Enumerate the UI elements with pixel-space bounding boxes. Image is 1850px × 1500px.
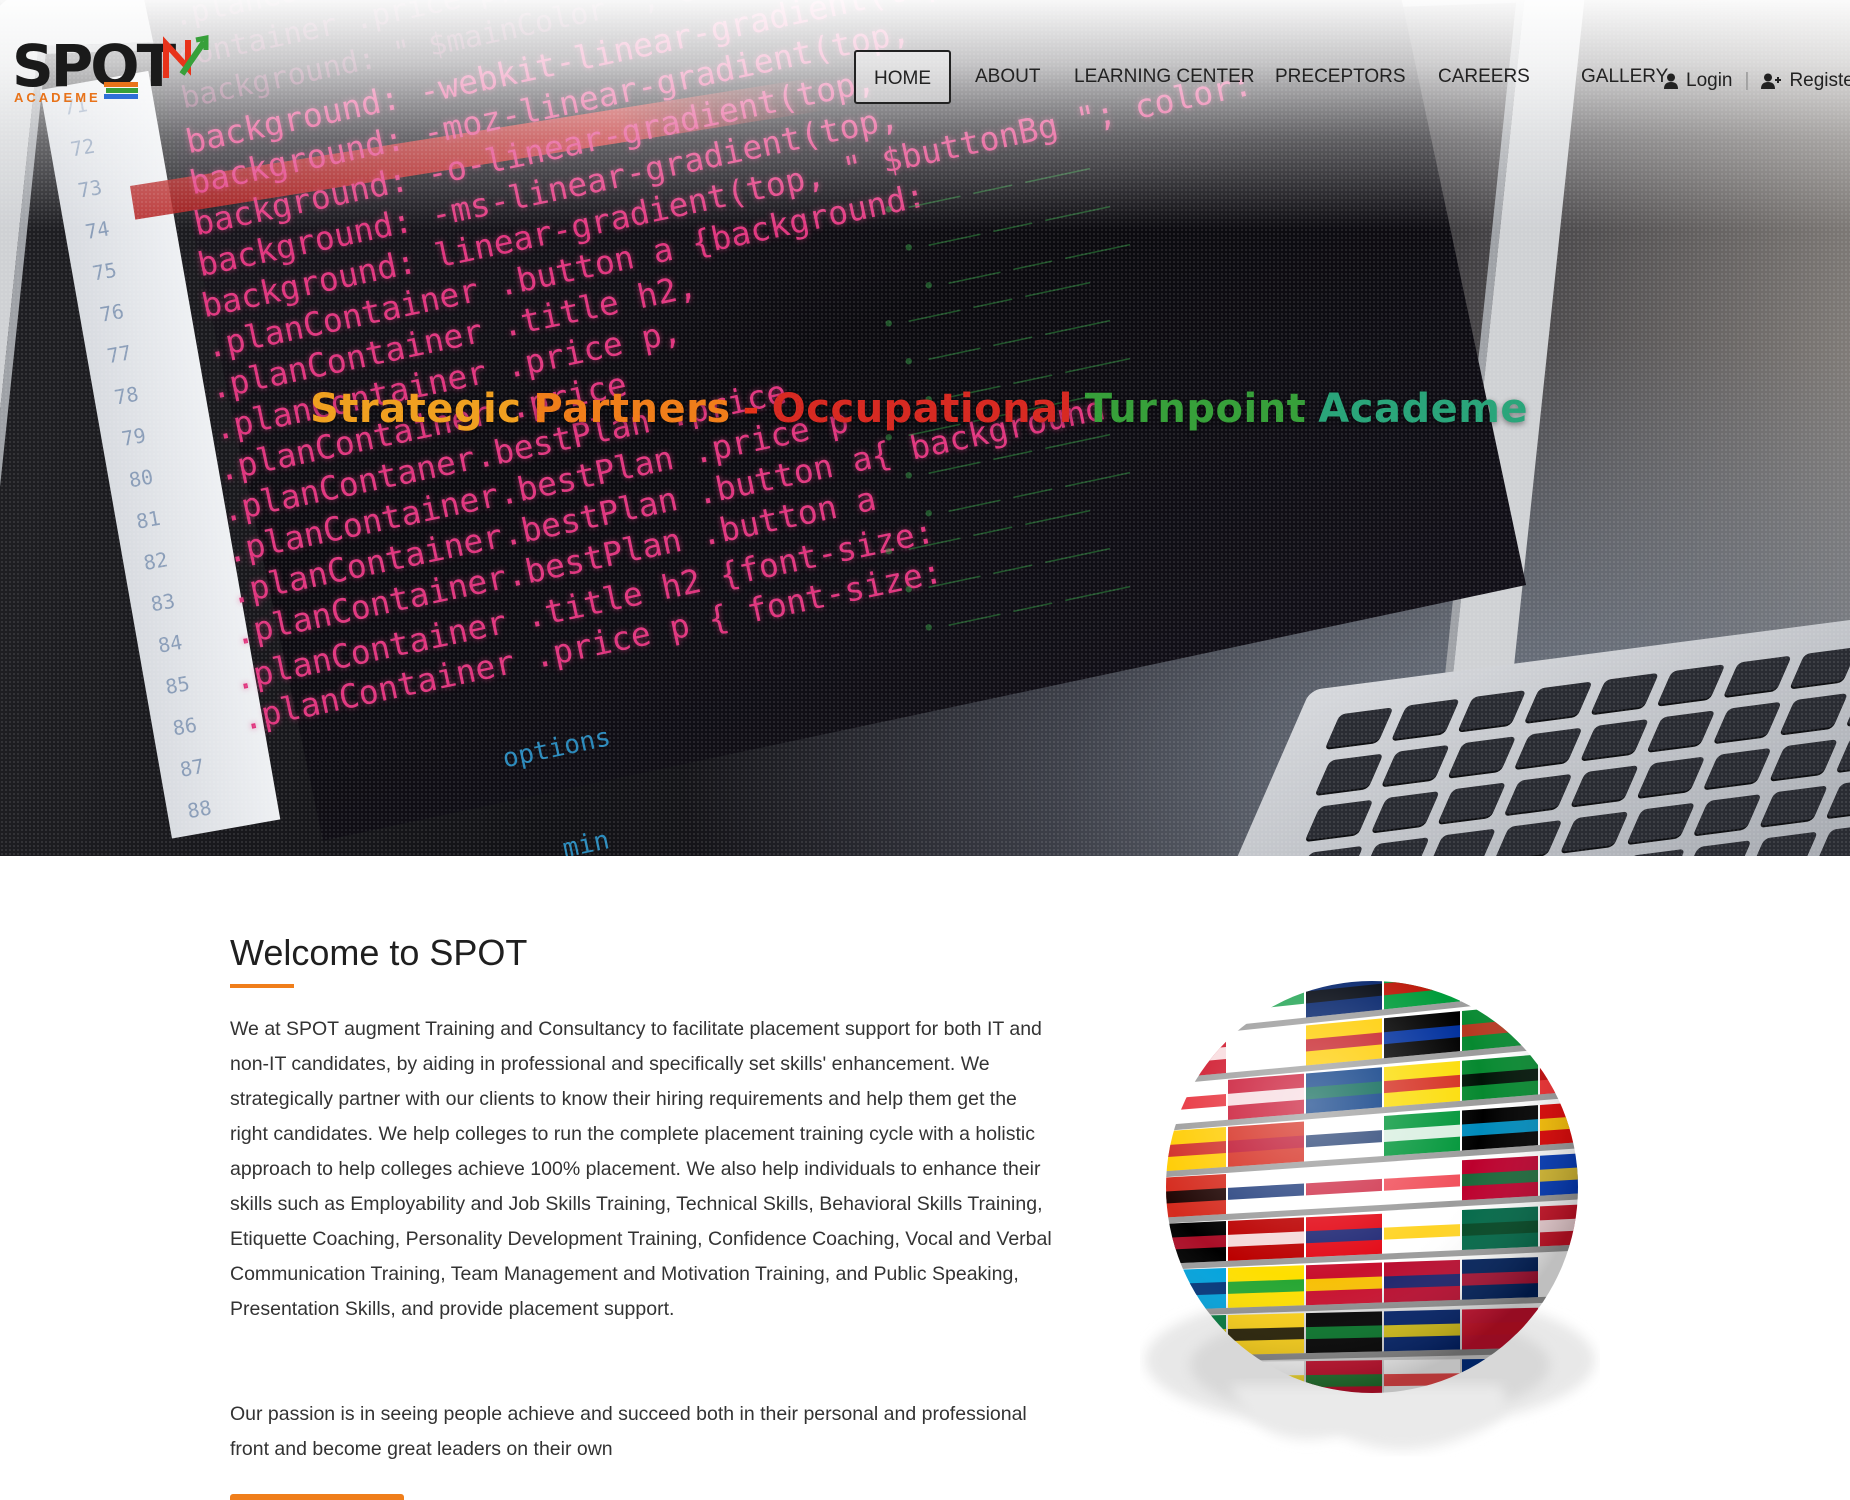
user-icon — [1664, 73, 1678, 89]
nav-about[interactable]: ABOUT — [975, 50, 1040, 104]
flag-tile — [1166, 985, 1226, 1034]
user-plus-icon — [1761, 73, 1782, 89]
logo-subtext: ACADEME — [14, 90, 101, 105]
nav-home[interactable]: HOME — [854, 50, 951, 104]
welcome-paragraph-1: We at SPOT augment Training and Consulta… — [230, 1018, 1052, 1320]
read-more-button[interactable] — [230, 1494, 404, 1500]
tagline-word: Turnpoint — [1084, 386, 1307, 432]
register-link[interactable]: Registe — [1789, 70, 1850, 91]
user-links: Login | Registe — [1664, 66, 1850, 96]
nav-preceptors[interactable]: PRECEPTORS — [1275, 50, 1406, 104]
tagline-word: Occupational — [771, 386, 1073, 432]
flag-stripe — [1540, 1010, 1578, 1030]
welcome-title: Welcome to SPOT — [230, 932, 528, 973]
flag-stripe — [1540, 965, 1600, 979]
logo-arrow-icon — [163, 34, 209, 78]
nav-careers[interactable]: CAREERS — [1438, 50, 1530, 104]
tagline-word: Partners — [533, 386, 731, 432]
welcome-paragraph-2: Our passion is in seeing people achieve … — [230, 1403, 1027, 1460]
nav-gallery[interactable]: GALLERY — [1581, 50, 1668, 104]
flag-stripe — [1166, 999, 1226, 1020]
flag-stripe — [1462, 981, 1538, 988]
login-link[interactable]: Login — [1686, 70, 1733, 91]
hero-banner: 717273747576777879808182838485868788 .pl… — [0, 0, 1850, 856]
title-underline — [230, 984, 294, 988]
site-logo[interactable]: SPOT ACADEME — [12, 24, 212, 106]
tagline-word: - — [742, 386, 760, 432]
tagline-word: Strategic — [309, 386, 522, 432]
hero-tagline: Strategic Partners - Occupational Turnpoint A… — [0, 386, 1850, 432]
user-links-divider: | — [1744, 70, 1750, 91]
flag-tile — [1462, 981, 1538, 1002]
nav-learning-center[interactable]: LEARNING CENTER — [1074, 50, 1255, 104]
flag-globe-image — [1140, 965, 1600, 1465]
logo-books-icon — [104, 82, 138, 99]
hero-top-fade — [0, 0, 1850, 230]
flag-tile — [1540, 996, 1578, 1044]
flag-tile — [1540, 981, 1578, 993]
flag-globe-graphic — [1145, 965, 1600, 1450]
flag-stripe — [1540, 1062, 1578, 1081]
tagline-word: Academe — [1318, 386, 1529, 432]
